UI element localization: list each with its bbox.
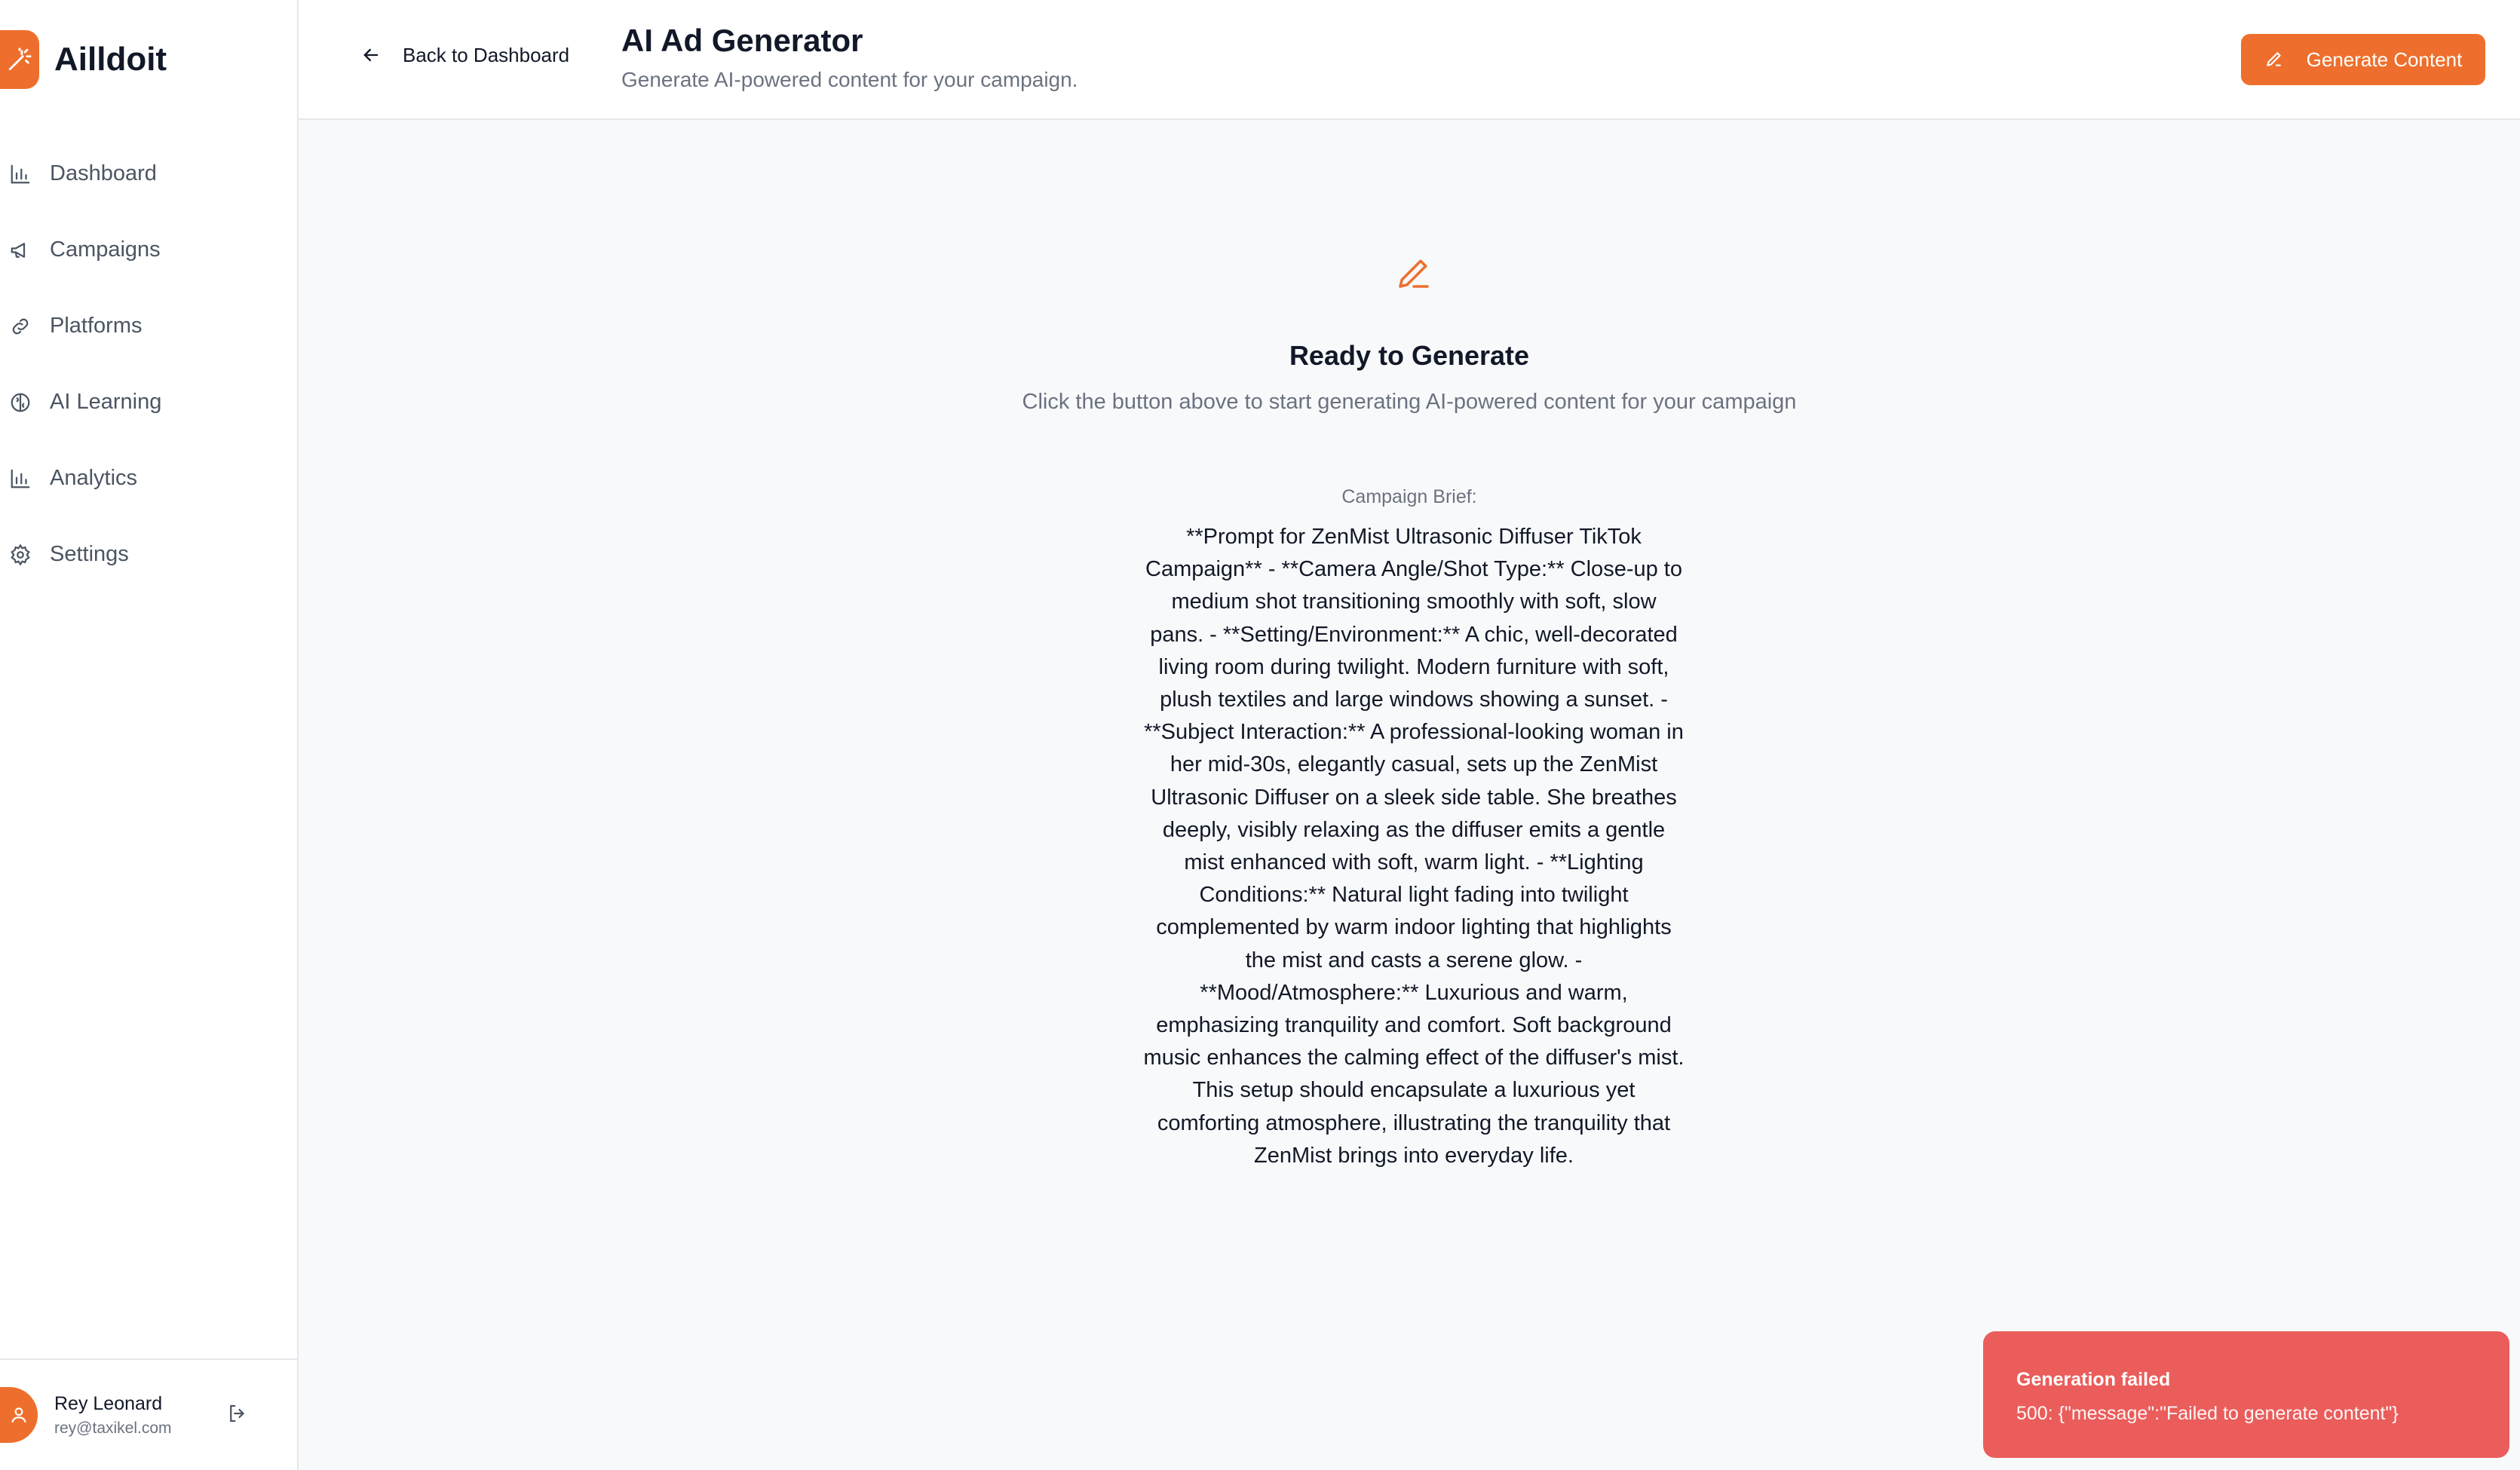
error-toast[interactable]: Generation failed 500: {"message":"Faile… (1983, 1331, 2509, 1458)
brand[interactable]: Ailldoit (0, 30, 167, 89)
logout-icon[interactable] (226, 1402, 252, 1428)
brain-icon (8, 390, 33, 415)
generate-content-button[interactable]: Generate Content (2241, 34, 2485, 85)
sidebar-item-analytics[interactable]: Analytics (0, 440, 297, 516)
page-title: AI Ad Generator (621, 23, 863, 58)
sidebar-item-label: Platforms (50, 314, 143, 338)
avatar[interactable] (0, 1387, 38, 1443)
arrow-left-icon (360, 44, 383, 67)
sidebar-item-campaigns[interactable]: Campaigns (0, 212, 297, 288)
back-label: Back to Dashboard (403, 44, 570, 66)
user-name: Rey Leonard (54, 1392, 163, 1414)
campaign-brief-text: **Prompt for ZenMist Ultrasonic Diffuser… (1143, 525, 1685, 1168)
sidebar-item-label: Analytics (50, 466, 138, 490)
user-email: rey@taxikel.com (54, 1419, 172, 1437)
generate-label: Generate Content (2306, 47, 2463, 71)
bar-chart-icon (8, 161, 33, 187)
sidebar-item-settings[interactable]: Settings (0, 516, 297, 593)
sidebar-item-label: Settings (50, 542, 129, 566)
link-icon (8, 314, 33, 339)
sidebar-item-ai-learning[interactable]: AI Learning (0, 364, 297, 440)
magic-wand-icon (0, 30, 39, 89)
pencil-icon (1393, 253, 1434, 293)
ready-title: Ready to Generate (1289, 340, 1530, 371)
pencil-icon (2264, 49, 2285, 70)
app-root: Ailldoit Dashboard Campaigns Platforms A… (0, 0, 2520, 1470)
sidebar-item-dashboard[interactable]: Dashboard (0, 136, 297, 212)
page-subtitle: Generate AI-powered content for your cam… (621, 68, 1078, 91)
gear-icon (8, 542, 33, 568)
user-profile: Rey Leonard rey@taxikel.com (0, 1358, 297, 1470)
sidebar-item-label: Campaigns (50, 237, 161, 262)
campaign-brief-label: Campaign Brief: (1341, 486, 1477, 507)
sidebar: Ailldoit Dashboard Campaigns Platforms A… (0, 0, 299, 1470)
toast-message: 500: {"message":"Failed to generate cont… (2016, 1403, 2399, 1424)
toast-title: Generation failed (2016, 1369, 2171, 1390)
megaphone-icon (8, 237, 33, 263)
bar-chart-icon (8, 466, 33, 492)
main-content: Ready to Generate Click the button above… (299, 121, 2520, 1470)
sidebar-item-label: AI Learning (50, 390, 162, 414)
header: Back to Dashboard AI Ad Generator Genera… (299, 0, 2520, 120)
ready-subtitle: Click the button above to start generati… (1022, 390, 1797, 414)
sidebar-item-platforms[interactable]: Platforms (0, 288, 297, 364)
user-info: Rey Leonard rey@taxikel.com (54, 1393, 172, 1438)
sidebar-nav: Dashboard Campaigns Platforms AI Learnin… (0, 136, 297, 593)
brand-name: Ailldoit (54, 41, 167, 78)
sidebar-item-label: Dashboard (50, 161, 157, 185)
back-to-dashboard-link[interactable]: Back to Dashboard (360, 44, 569, 67)
